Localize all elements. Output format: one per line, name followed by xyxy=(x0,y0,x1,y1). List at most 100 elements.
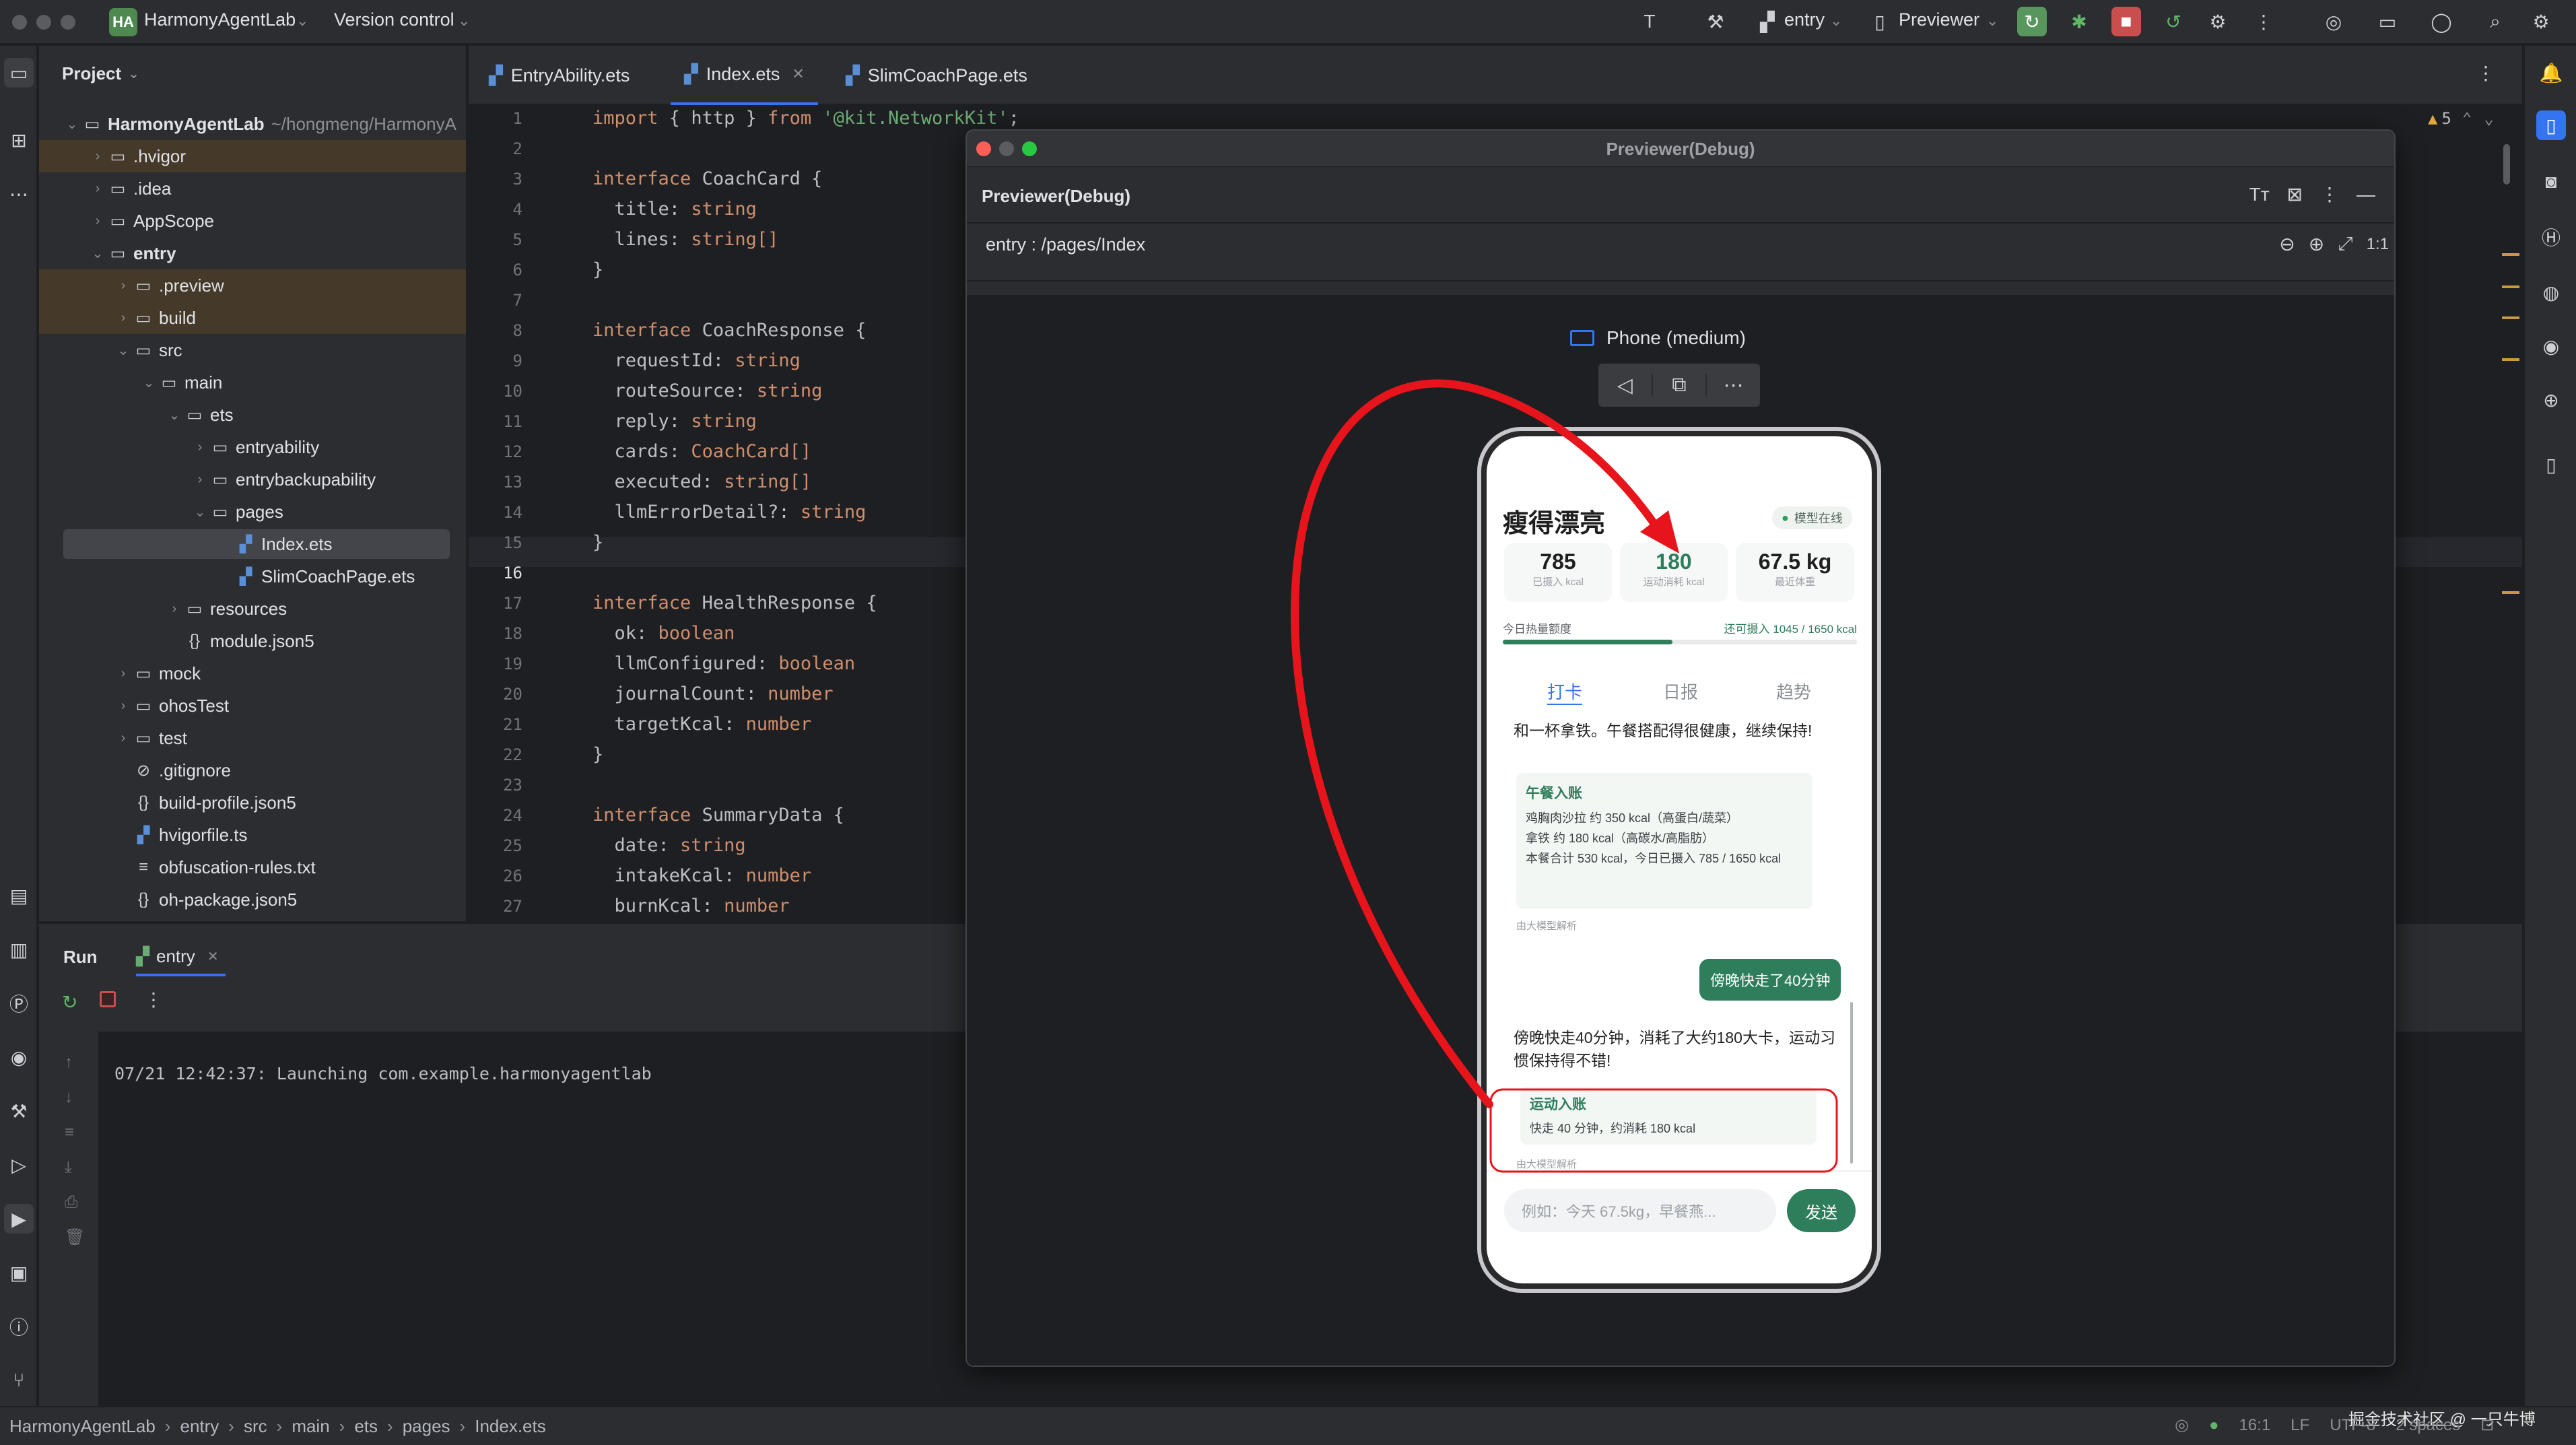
more-icon[interactable]: ⋮ xyxy=(144,988,163,1011)
chevron-down-icon[interactable]: ⌄ xyxy=(114,342,132,359)
tree-item[interactable]: › ▭ AppScope xyxy=(89,205,214,237)
breadcrumb-item[interactable]: Index.ets xyxy=(475,1416,546,1437)
pin-icon[interactable]: ⊠ xyxy=(2287,183,2303,205)
more-tools-icon[interactable]: ⋯ xyxy=(4,179,34,209)
chevron-right-icon[interactable]: › xyxy=(166,601,183,617)
chevron-right-icon[interactable]: › xyxy=(89,181,106,197)
indent-setting[interactable]: 2 spaces xyxy=(2396,1416,2460,1435)
scroll-end-icon[interactable]: ⤓ xyxy=(65,1150,85,1185)
scrollbar-thumb[interactable] xyxy=(2503,144,2510,184)
print-icon[interactable]: ⎙ xyxy=(65,1185,85,1220)
tree-item[interactable]: › ▭ ohosTest xyxy=(114,690,229,722)
window-minimize-button[interactable] xyxy=(36,15,51,30)
chevron-right-icon[interactable]: › xyxy=(114,310,132,326)
structure-icon[interactable]: ⊞ xyxy=(4,125,34,155)
terminal-icon[interactable]: ▣ xyxy=(4,1258,34,1287)
window-close-button[interactable] xyxy=(12,15,27,30)
arrow-up-icon[interactable]: ↑ xyxy=(65,1045,85,1080)
close-icon[interactable]: ✕ xyxy=(207,948,219,965)
attach-debugger-icon[interactable]: ⚙ xyxy=(2203,7,2233,36)
caret-position[interactable]: 16:1 xyxy=(2239,1416,2270,1435)
tree-item[interactable]: ⌄ ▭ ets xyxy=(166,399,234,431)
tree-item[interactable]: ≡ obfuscation-rules.txt xyxy=(114,851,316,883)
settings-icon[interactable]: ⚙ xyxy=(2526,7,2556,36)
project-name-dropdown[interactable]: HarmonyAgentLab xyxy=(144,9,296,30)
chevron-right-icon[interactable]: › xyxy=(191,472,209,488)
account-icon[interactable]: ◯ xyxy=(2427,7,2456,36)
tab-daily-report[interactable]: 日报 xyxy=(1663,679,1698,704)
breadcrumb-item[interactable]: ets xyxy=(354,1416,378,1437)
tab-slimcoachpage[interactable]: ▞ SlimCoachPage.ets xyxy=(832,46,1041,105)
rotate-icon[interactable]: ⧉ xyxy=(1651,374,1707,397)
zoom-in-icon[interactable]: ⊕ xyxy=(2309,233,2324,255)
rerun-icon[interactable]: ↻ xyxy=(62,991,77,1013)
apply-changes-icon[interactable]: ↺ xyxy=(2159,7,2188,36)
device-manager-icon[interactable]: ▯ xyxy=(2536,450,2566,479)
chevron-down-icon[interactable]: ⌄ xyxy=(2484,109,2493,128)
arrow-down-icon[interactable]: ↓ xyxy=(65,1080,85,1115)
tree-item[interactable]: ▞ hvigorfile.ts xyxy=(114,819,248,851)
tree-item[interactable]: ⊘ .gitignore xyxy=(114,754,231,786)
window-zoom-button[interactable] xyxy=(61,15,75,30)
chevron-down-icon[interactable]: ⌄ xyxy=(140,374,158,391)
readonly-lock-icon[interactable]: ⊡ xyxy=(2480,1415,2494,1435)
chevron-right-icon[interactable]: › xyxy=(114,731,132,746)
bookmarks-icon[interactable]: ▤ xyxy=(4,881,34,910)
options-icon[interactable]: ⋮ xyxy=(2320,183,2339,205)
tree-item[interactable]: {} build-profile.json5 xyxy=(114,786,296,819)
inspector-icon[interactable]: ◙ xyxy=(2536,167,2566,197)
tabs-more-icon[interactable]: ⋮ xyxy=(2476,62,2495,84)
tree-item[interactable]: › ▭ test xyxy=(114,722,187,754)
robot-icon[interactable]: ⊕ xyxy=(2536,385,2566,415)
message-input[interactable]: 例如：今天 67.5kg，早餐燕... xyxy=(1504,1189,1776,1232)
minimize-icon[interactable]: — xyxy=(2357,184,2375,205)
chevron-right-icon[interactable]: › xyxy=(114,278,132,294)
actual-size-button[interactable]: 1:1 xyxy=(2367,235,2389,254)
layout-icon[interactable]: ▥ xyxy=(4,935,34,964)
tab-entryability[interactable]: ▞ EntryAbility.ets xyxy=(475,46,643,105)
tree-item[interactable]: ⌄ ▭ src xyxy=(114,334,182,366)
target-icon[interactable]: ◎ xyxy=(2319,7,2348,36)
tab-checkin[interactable]: 打卡 xyxy=(1547,679,1582,704)
tree-item[interactable]: ▞ SlimCoachPage.ets xyxy=(217,560,415,593)
build-icon[interactable]: ⚒ xyxy=(4,1096,34,1126)
hierarchy-icon[interactable]: Ⓗ xyxy=(2536,222,2566,252)
chat-scrollbar[interactable] xyxy=(1850,1002,1853,1164)
tree-item[interactable]: ⌄ ▭ entry xyxy=(89,237,176,269)
previewer-tool-icon[interactable]: ▯ xyxy=(2536,110,2566,140)
font-size-icon[interactable]: Tт xyxy=(2249,184,2270,205)
tree-item[interactable]: › ▭ mock xyxy=(114,657,201,690)
back-icon[interactable]: ◁ xyxy=(1598,374,1652,397)
breadcrumb-item[interactable]: main xyxy=(292,1416,329,1437)
ai-assistant-icon[interactable]: ◍ xyxy=(2536,277,2566,307)
profiler-icon[interactable]: Ⓟ xyxy=(4,988,34,1018)
eye-icon[interactable]: ◉ xyxy=(2536,331,2566,361)
tree-item[interactable]: › ▭ entryability xyxy=(191,431,320,463)
text-format-icon[interactable]: T xyxy=(1635,7,1664,36)
chevron-up-icon[interactable]: ⌃ xyxy=(2462,109,2472,128)
line-separator[interactable]: LF xyxy=(2291,1416,2309,1435)
more-actions-icon[interactable]: ⋮ xyxy=(2249,7,2278,36)
breadcrumb-item[interactable]: HarmonyAgentLab xyxy=(9,1416,156,1437)
tree-item[interactable]: {} module.json5 xyxy=(166,625,314,657)
tree-item[interactable]: › ▭ .preview xyxy=(114,269,224,302)
send-button[interactable]: 发送 xyxy=(1787,1189,1856,1232)
breadcrumb-item[interactable]: pages xyxy=(403,1416,450,1437)
run-tab-entry[interactable]: ▞ entry ✕ xyxy=(136,939,226,976)
chevron-right-icon[interactable]: › xyxy=(114,698,132,714)
tree-item[interactable]: › ▭ build xyxy=(114,302,196,334)
project-badge[interactable]: HA xyxy=(109,8,137,36)
tree-item[interactable]: › ▭ entrybackupability xyxy=(191,463,376,496)
trash-icon[interactable]: 🗑 xyxy=(65,1220,85,1255)
previewer-dropdown[interactable]: Previewer xyxy=(1899,9,1979,30)
tree-item[interactable]: › ▭ .idea xyxy=(89,172,172,205)
context-icon[interactable]: ◎ xyxy=(2175,1415,2189,1435)
chevron-right-icon[interactable]: › xyxy=(89,213,106,229)
warnings-indicator[interactable]: ▲ 5 ⌃ ⌄ xyxy=(2428,109,2494,128)
chevron-down-icon[interactable]: ⌄ xyxy=(191,504,209,520)
tab-index[interactable]: ▞ Index.ets ✕ xyxy=(671,46,818,105)
device-selector[interactable]: Phone (medium) xyxy=(1570,327,1746,349)
chevron-down-icon[interactable]: ⌄ xyxy=(166,407,183,424)
project-folder-icon[interactable]: ▭ xyxy=(4,58,34,88)
chevron-right-icon[interactable]: › xyxy=(89,149,106,164)
